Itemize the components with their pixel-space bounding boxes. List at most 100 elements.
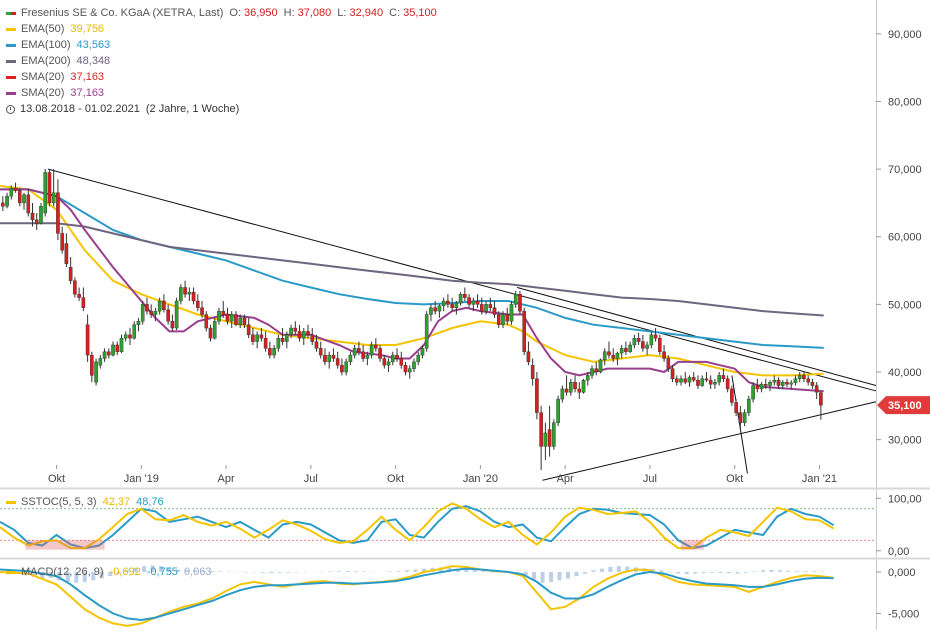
candle-body	[637, 338, 640, 341]
candle-body	[111, 345, 114, 355]
macd-histogram-bar	[761, 570, 765, 572]
candle-body	[506, 315, 509, 322]
open-value: 36,950	[244, 5, 278, 21]
candle-body	[582, 380, 585, 392]
candle-body	[150, 311, 153, 314]
candle-body	[514, 294, 517, 304]
macd-histogram-bar	[812, 571, 816, 572]
candle-body	[726, 379, 729, 389]
x-tick-label: Apr	[557, 473, 574, 485]
candle-body	[573, 382, 576, 389]
low-value: 32,940	[349, 5, 383, 21]
stochastic-k-value: 42,37	[103, 496, 131, 508]
candle-body	[484, 304, 487, 311]
candle-body	[239, 318, 242, 325]
candle-body	[518, 294, 521, 311]
ema200-swatch	[6, 60, 16, 63]
macd-histogram-bar	[583, 572, 587, 574]
candle-body	[658, 338, 661, 352]
candle-body	[811, 382, 814, 385]
sma20-red-label: SMA(20)	[21, 69, 64, 85]
candle-body	[281, 338, 284, 341]
macd-histogram-bar	[269, 572, 273, 573]
candle-body	[357, 348, 360, 351]
candle-body	[400, 358, 403, 365]
candle-body	[158, 301, 161, 311]
candle-body	[137, 321, 140, 324]
candle-body	[1, 203, 4, 206]
candle-body	[569, 382, 572, 392]
candle-body	[671, 369, 674, 379]
macd-histogram-bar	[574, 572, 578, 576]
macd-signal-value: -0,755	[147, 566, 178, 578]
y-tick-label: 60,000	[888, 232, 922, 244]
candle-body	[599, 360, 602, 372]
high-value: 37,080	[298, 5, 332, 21]
candle-body	[5, 196, 8, 206]
candle-body	[222, 311, 225, 314]
candle-body	[417, 355, 420, 362]
macd-histogram-bar	[244, 572, 248, 573]
macd-tick-label: 0,000	[888, 567, 916, 579]
up-down-swatch	[6, 12, 16, 15]
macd-histogram-bar	[558, 572, 562, 580]
instrument-title: Fresenius SE & Co. KGaA (XETRA, Last)	[21, 5, 223, 21]
candle-body	[323, 355, 326, 362]
macd-histogram-bar	[617, 566, 621, 572]
y-tick-label: 70,000	[888, 164, 922, 176]
candle-body	[650, 335, 653, 345]
candle-body	[764, 384, 767, 385]
candle-body	[61, 233, 64, 250]
candle-body	[501, 315, 504, 325]
candle-body	[438, 306, 441, 311]
candle-body	[52, 193, 55, 203]
candle-body	[794, 379, 797, 383]
candle-body	[590, 369, 593, 376]
ema50-value: 39,756	[70, 21, 104, 37]
legend: Fresenius SE & Co. KGaA (XETRA, Last) O:…	[6, 5, 437, 117]
candle-body	[688, 377, 691, 382]
oversold-shading	[681, 540, 704, 549]
candle-body	[107, 352, 110, 355]
candle-body	[73, 281, 76, 295]
candle-body	[544, 433, 547, 447]
x-tick-label: Jul	[643, 473, 657, 485]
period-range: 13.08.2018 - 01.02.2021	[20, 101, 140, 117]
sma20-red-value: 37,163	[70, 69, 104, 85]
macd-histogram-bar	[676, 572, 680, 574]
candle-body	[298, 331, 301, 338]
candle-body	[718, 375, 721, 382]
candle-body	[277, 338, 280, 348]
candle-body	[264, 338, 267, 348]
candle-body	[370, 345, 373, 355]
candle-body	[641, 342, 644, 349]
candle-body	[145, 304, 148, 311]
sma20-purple-swatch	[6, 92, 16, 95]
candle-body	[667, 358, 670, 368]
candle-body	[556, 399, 559, 423]
macd-histogram-bar	[727, 572, 731, 573]
macd-histogram-bar	[736, 572, 740, 574]
candle-body	[459, 294, 462, 303]
macd-histogram-bar	[481, 571, 485, 572]
macd-histogram-bar	[820, 571, 824, 572]
macd-histogram-bar	[659, 570, 663, 572]
candle-body	[243, 318, 246, 325]
candle-body	[27, 195, 30, 213]
sma20-purple-value: 37,163	[70, 85, 104, 101]
candle-body	[306, 331, 309, 334]
candle-body	[82, 298, 85, 308]
legend-title-row: Fresenius SE & Co. KGaA (XETRA, Last) O:…	[6, 5, 437, 21]
macd-histogram-bar	[490, 572, 494, 573]
macd-histogram-bar	[710, 572, 714, 573]
macd-histogram-bar	[803, 571, 807, 572]
candle-body	[777, 380, 780, 385]
candle-body	[362, 352, 365, 359]
ema200-value: 48,348	[77, 53, 111, 69]
candle-body	[332, 355, 335, 358]
close-value: 35,100	[403, 5, 437, 21]
stochastic-legend: SSTOC(5, 5, 3) 42,37 48,76	[6, 496, 164, 508]
macd-legend: MACD(12, 26, 9) -0,692 -0,755 0,063	[6, 566, 211, 578]
candle-body	[213, 321, 216, 338]
x-tick-label: Apr	[218, 473, 235, 485]
